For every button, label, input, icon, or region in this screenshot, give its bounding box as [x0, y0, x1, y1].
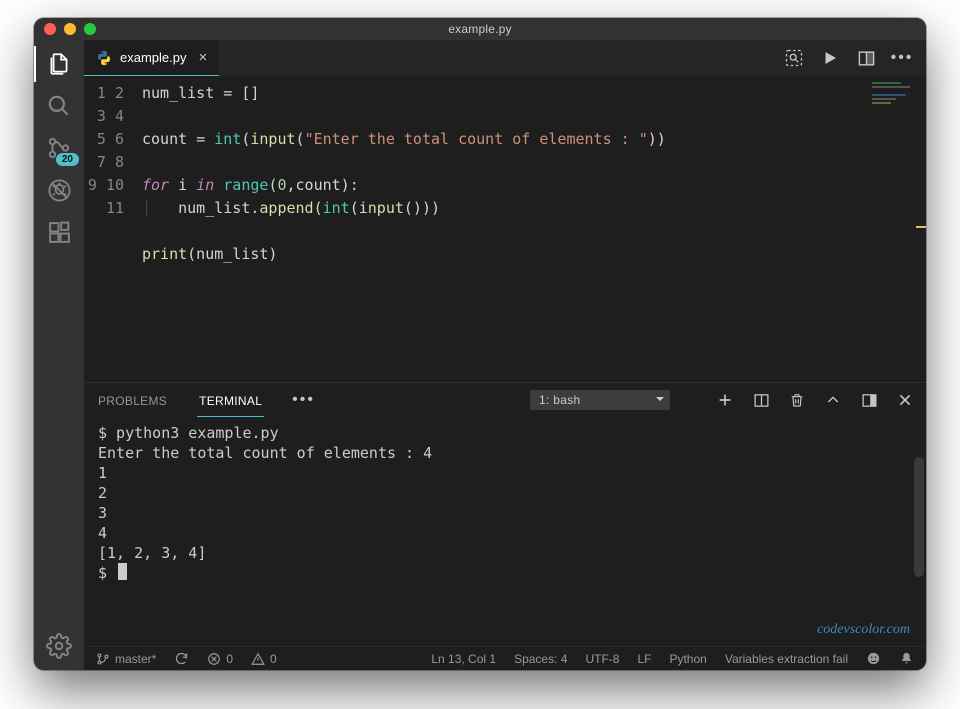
- status-feedback-icon[interactable]: [866, 651, 881, 666]
- vscode-window: example.py 20: [34, 18, 926, 670]
- more-actions-icon[interactable]: •••: [892, 48, 912, 68]
- editor-tab-row: example.py × •••: [84, 40, 926, 76]
- status-sync[interactable]: [174, 651, 189, 666]
- activity-bar: 20: [34, 40, 84, 670]
- tab-filename: example.py: [120, 50, 186, 65]
- panel-more-tabs-icon[interactable]: •••: [292, 391, 315, 409]
- settings-gear-icon[interactable]: [45, 632, 73, 660]
- status-errors[interactable]: 0: [207, 652, 233, 666]
- code-content[interactable]: num_list = [] count = int(input("Enter t…: [138, 76, 868, 382]
- terminal-scrollbar[interactable]: [914, 457, 924, 577]
- code-editor[interactable]: 1 2 3 4 5 6 7 8 9 10 11 num_list = [] co…: [84, 76, 926, 382]
- status-warnings[interactable]: 0: [251, 652, 277, 666]
- source-control-icon[interactable]: 20: [45, 134, 73, 162]
- terminal-selector[interactable]: 1: bash: [530, 390, 670, 410]
- editor-tab[interactable]: example.py ×: [84, 40, 219, 76]
- panel-tab-terminal[interactable]: TERMINAL: [197, 384, 264, 417]
- error-icon: [207, 652, 221, 666]
- status-bar: master* 0 0 Ln 13, Col 1 Spaces: 4 UTF-8…: [84, 646, 926, 670]
- close-window-button[interactable]: [44, 23, 56, 35]
- status-cursor-position[interactable]: Ln 13, Col 1: [431, 652, 496, 666]
- toggle-panel-layout-icon[interactable]: [860, 391, 878, 409]
- panel-tab-problems[interactable]: PROBLEMS: [96, 384, 169, 416]
- sync-icon: [174, 651, 189, 666]
- panel-tab-row: PROBLEMS TERMINAL ••• 1: bash: [84, 383, 926, 417]
- run-icon[interactable]: [820, 48, 840, 68]
- kill-terminal-icon[interactable]: [788, 391, 806, 409]
- split-terminal-icon[interactable]: [752, 391, 770, 409]
- status-bell-icon[interactable]: [899, 651, 914, 666]
- maximize-panel-icon[interactable]: [824, 391, 842, 409]
- minimap[interactable]: [868, 76, 926, 382]
- zoom-window-button[interactable]: [84, 23, 96, 35]
- status-encoding[interactable]: UTF-8: [585, 652, 619, 666]
- editor-group: example.py × ••• 1 2 3 4 5 6 7 8 9 10 11…: [84, 40, 926, 670]
- split-editor-icon[interactable]: [856, 48, 876, 68]
- close-tab-icon[interactable]: ×: [198, 49, 207, 66]
- scm-badge: 20: [56, 153, 79, 166]
- close-panel-icon[interactable]: [896, 391, 914, 409]
- line-gutter: 1 2 3 4 5 6 7 8 9 10 11: [84, 76, 138, 382]
- debug-disabled-icon[interactable]: [45, 176, 73, 204]
- status-eol[interactable]: LF: [637, 652, 651, 666]
- search-icon[interactable]: [45, 92, 73, 120]
- terminal-output[interactable]: $ python3 example.py Enter the total cou…: [84, 417, 926, 646]
- watermark: codevscolor.com: [817, 620, 910, 640]
- editor-actions: •••: [784, 40, 926, 76]
- titlebar: example.py: [34, 18, 926, 40]
- traffic-lights: [44, 23, 96, 35]
- git-branch-icon: [96, 652, 110, 666]
- find-in-selection-icon[interactable]: [784, 48, 804, 68]
- minimize-window-button[interactable]: [64, 23, 76, 35]
- status-message[interactable]: Variables extraction fail: [725, 652, 848, 666]
- bottom-panel: PROBLEMS TERMINAL ••• 1: bash: [84, 382, 926, 646]
- warning-icon: [251, 652, 265, 666]
- window-title: example.py: [34, 22, 926, 36]
- terminal-selector-value: 1: bash: [530, 390, 670, 410]
- python-file-icon: [96, 50, 112, 66]
- new-terminal-icon[interactable]: [716, 391, 734, 409]
- status-indent[interactable]: Spaces: 4: [514, 652, 567, 666]
- extensions-icon[interactable]: [45, 218, 73, 246]
- status-branch[interactable]: master*: [96, 652, 156, 666]
- explorer-icon[interactable]: [45, 50, 73, 78]
- status-language[interactable]: Python: [669, 652, 706, 666]
